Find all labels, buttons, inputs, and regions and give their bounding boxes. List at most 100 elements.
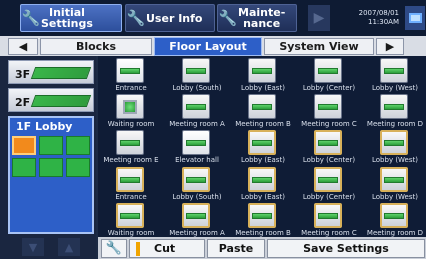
tab-prev-arrow-icon[interactable]: ◀	[8, 38, 38, 55]
menu-next-arrow-icon[interactable]: ▶	[308, 5, 330, 31]
floor-page-down-icon[interactable]: ▼	[22, 238, 44, 256]
unit-name: Meeting room D	[366, 229, 424, 237]
unit-icon	[380, 130, 408, 155]
tab-next-arrow-icon[interactable]: ▶	[376, 38, 404, 55]
user-info-label: User Info	[146, 11, 203, 25]
floor-button-2f[interactable]: 2F	[8, 88, 94, 112]
unit-icon	[248, 203, 276, 228]
unit-name: Lobby (Center)	[302, 84, 356, 92]
tab-floor-layout[interactable]: Floor Layout	[154, 37, 262, 56]
unit-icon	[182, 167, 210, 192]
unit-name: Lobby (East)	[241, 84, 285, 92]
unit-icon	[116, 58, 144, 83]
indoor-unit[interactable]: Lobby (East)	[230, 165, 296, 201]
unit-name: Lobby (Center)	[302, 193, 356, 201]
floor-label: 1F Lobby	[16, 120, 73, 133]
unit-icon	[116, 167, 144, 192]
indoor-unit[interactable]: Waiting room	[98, 201, 164, 237]
save-settings-button[interactable]: Save Settings	[267, 239, 425, 258]
date-text: 2007/08/01	[358, 9, 399, 17]
indoor-unit[interactable]: Lobby (Center)	[296, 128, 362, 164]
unit-name: Lobby (West)	[372, 84, 418, 92]
paste-button[interactable]: Paste	[207, 239, 265, 258]
unit-layout-grid: Entrance Lobby (South) Lobby (East) Lobby (…	[98, 56, 426, 237]
wrench-icon: 🔧	[21, 9, 41, 27]
indoor-unit[interactable]: Meeting room D	[362, 92, 426, 128]
maintenance-label: Mainte- nance	[238, 7, 285, 29]
cut-label: Cut	[154, 242, 176, 255]
indoor-unit[interactable]: Meeting room C	[296, 92, 362, 128]
tab-blocks[interactable]: Blocks	[40, 38, 152, 55]
floor-block-cell[interactable]	[12, 158, 36, 177]
floor-button-1f-lobby[interactable]: 1F Lobby	[8, 116, 94, 234]
indoor-unit[interactable]: Meeting room A	[164, 201, 230, 237]
unit-icon	[314, 58, 342, 83]
indoor-unit[interactable]: Lobby (East)	[230, 56, 296, 92]
unit-icon	[248, 58, 276, 83]
unit-name: Meeting room C	[301, 120, 357, 128]
floor-page-up-icon[interactable]: ▲	[58, 238, 80, 256]
floor-block-cell[interactable]	[12, 136, 36, 155]
unit-name: Elevator hall	[175, 156, 219, 164]
indoor-unit[interactable]: Lobby (East)	[230, 128, 296, 164]
unit-name: Meeting room D	[366, 120, 424, 128]
floor-thumbnail	[30, 67, 92, 79]
unit-name: Meeting room A	[169, 120, 225, 128]
indoor-unit[interactable]: Meeting room A	[164, 92, 230, 128]
unit-name: Meeting room E	[103, 156, 159, 164]
unit-icon	[380, 58, 408, 83]
indoor-unit[interactable]: Lobby (Center)	[296, 56, 362, 92]
clock-display: 2007/08/01 11:30AM	[337, 5, 403, 31]
indoor-unit[interactable]: Elevator hall	[164, 128, 230, 164]
unit-icon	[182, 203, 210, 228]
indoor-unit[interactable]: Meeting room C	[296, 201, 362, 237]
floor-block-cell[interactable]	[66, 158, 90, 177]
floor-selector: 3F 2F 1F Lobby ▼ ▲	[0, 56, 96, 259]
initial-settings-line2: Settings	[41, 17, 93, 30]
unit-name: Lobby (South)	[172, 84, 222, 92]
bottom-action-bar: 🔧 Cut Paste Save Settings	[98, 237, 426, 259]
tab-system-view[interactable]: System View	[264, 38, 374, 55]
unit-icon	[380, 203, 408, 228]
cut-button[interactable]: Cut	[129, 239, 205, 258]
unit-icon	[314, 130, 342, 155]
maintenance-button[interactable]: 🔧 Mainte- nance	[217, 4, 297, 32]
indoor-unit[interactable]: Lobby (Center)	[296, 165, 362, 201]
indoor-unit[interactable]: Entrance	[98, 165, 164, 201]
unit-icon	[182, 58, 210, 83]
wrench-icon: 🔧	[218, 9, 238, 27]
wrench-icon: 🔧	[126, 9, 146, 27]
indoor-unit[interactable]: Entrance	[98, 56, 164, 92]
floor-button-3f[interactable]: 3F	[8, 60, 94, 84]
indoor-unit[interactable]: Lobby (South)	[164, 165, 230, 201]
unit-name: Waiting room	[107, 229, 155, 237]
floor-thumbnail	[30, 95, 92, 107]
indoor-unit[interactable]: Waiting room	[98, 92, 164, 128]
indoor-unit[interactable]: Meeting room D	[362, 201, 426, 237]
indoor-unit[interactable]: Meeting room B	[230, 92, 296, 128]
indoor-unit[interactable]: Lobby (West)	[362, 128, 426, 164]
unit-icon	[116, 94, 144, 119]
floor-block-cell[interactable]	[39, 136, 63, 155]
user-info-button[interactable]: 🔧 User Info	[125, 4, 215, 32]
unit-icon	[314, 203, 342, 228]
unit-icon	[248, 130, 276, 155]
indoor-unit[interactable]: Meeting room B	[230, 201, 296, 237]
indoor-unit[interactable]: Lobby (West)	[362, 56, 426, 92]
indoor-unit[interactable]: Lobby (South)	[164, 56, 230, 92]
floor-block-cell[interactable]	[66, 136, 90, 155]
floor-block-cell[interactable]	[39, 158, 63, 177]
unit-name: Meeting room B	[235, 229, 291, 237]
indoor-unit[interactable]: Meeting room E	[98, 128, 164, 164]
unit-name: Meeting room C	[301, 229, 357, 237]
indoor-unit[interactable]: Lobby (West)	[362, 165, 426, 201]
unit-icon	[380, 167, 408, 192]
unit-name: Lobby (Center)	[302, 156, 356, 164]
wrench-icon[interactable]: 🔧	[101, 239, 127, 258]
unit-name: Lobby (South)	[172, 193, 222, 201]
unit-name: Lobby (East)	[241, 156, 285, 164]
initial-settings-button[interactable]: 🔧 Initial Settings	[20, 4, 122, 32]
unit-name: Waiting room	[107, 120, 155, 128]
time-text: 11:30AM	[367, 18, 399, 26]
monitor-icon[interactable]	[405, 6, 425, 30]
